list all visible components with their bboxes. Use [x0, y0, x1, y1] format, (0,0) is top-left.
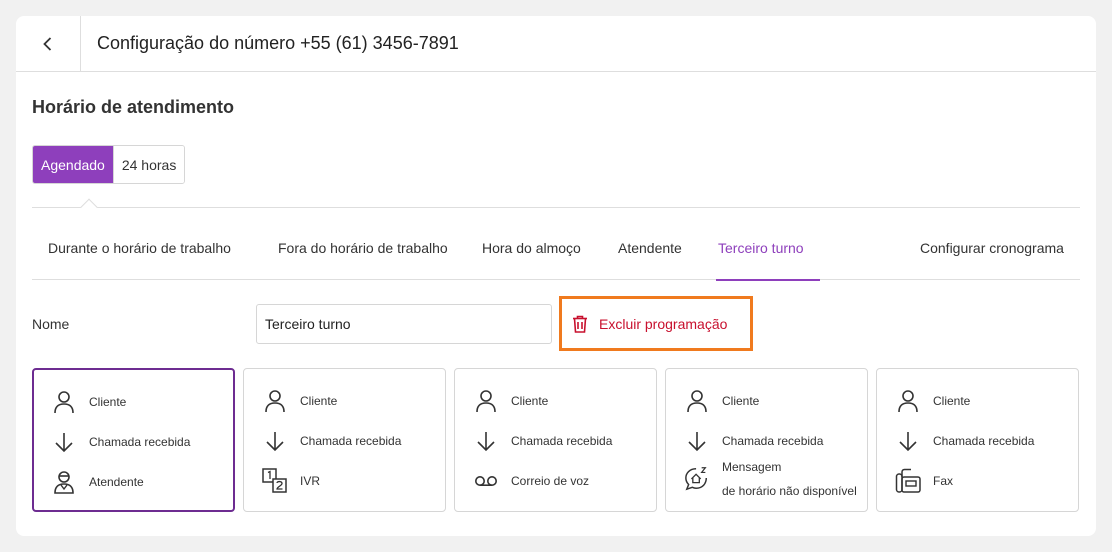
flow-option-fax[interactable]: Cliente Chamada recebida Fax: [876, 368, 1079, 512]
trash-icon: [573, 315, 587, 333]
tab-outside-hours[interactable]: Fora do horário de trabalho: [278, 208, 448, 280]
flow-step-incoming-call: Chamada recebida: [51, 429, 190, 455]
person-icon: [265, 390, 285, 413]
chevron-left-icon: [43, 36, 52, 51]
tab-configure-schedule[interactable]: Configurar cronograma: [920, 208, 1064, 280]
flow-step-customer: Cliente: [684, 388, 759, 414]
flow-step-destination: Fax: [895, 468, 953, 494]
flow-step-incoming-call: Chamada recebida: [895, 428, 1034, 454]
flow-step-incoming-call: Chamada recebida: [262, 428, 401, 454]
fax-icon: [895, 468, 921, 493]
flow-step-destination: Atendente: [51, 469, 144, 495]
flow-option-away-message[interactable]: Cliente Chamada recebida Mensagem de hor…: [665, 368, 868, 512]
person-icon: [898, 390, 918, 413]
mode-scheduled-button[interactable]: Agendado: [33, 146, 113, 183]
arrow-down-icon: [688, 432, 706, 452]
delete-schedule-label: Excluir programação: [599, 315, 728, 332]
tab-third-shift[interactable]: Terceiro turno: [716, 208, 820, 281]
page-title: Configuração do número +55 (61) 3456-789…: [97, 33, 459, 53]
flow-step-customer: Cliente: [895, 388, 970, 414]
name-input[interactable]: [256, 304, 552, 344]
away-message-line1: Mensagem: [722, 460, 782, 474]
flow-option-ivr[interactable]: Cliente Chamada recebida IVR: [243, 368, 446, 512]
back-button[interactable]: [16, 16, 81, 71]
settings-card: Configuração do número +55 (61) 3456-789…: [16, 16, 1096, 536]
arrow-down-icon: [899, 432, 917, 452]
schedule-mode-toggle: Agendado 24 horas: [32, 145, 186, 184]
mode-24h-button[interactable]: 24 horas: [112, 146, 185, 183]
away-message-icon: [685, 467, 708, 491]
flow-step-customer: Cliente: [51, 389, 126, 415]
flow-step-customer: Cliente: [473, 388, 548, 414]
agent-icon: [54, 471, 74, 494]
flow-option-attendant[interactable]: Cliente Chamada recebida Atendente: [32, 368, 235, 512]
name-label: Nome: [32, 316, 70, 332]
tab-lunch[interactable]: Hora do almoço: [482, 208, 581, 280]
flow-step-incoming-call: Chamada recebida: [684, 428, 823, 454]
tab-attendant[interactable]: Atendente: [618, 208, 682, 280]
arrow-down-icon: [266, 432, 284, 452]
ivr-icon: [262, 468, 287, 493]
top-bar: Configuração do número +55 (61) 3456-789…: [16, 16, 1096, 72]
flow-step-destination: Correio de voz: [473, 468, 589, 494]
away-message-line2: de horário não disponível: [722, 484, 857, 498]
arrow-down-icon: [477, 432, 495, 452]
section-title: Horário de atendimento: [32, 97, 235, 117]
person-icon: [476, 390, 496, 413]
delete-schedule-button[interactable]: Excluir programação: [559, 296, 753, 351]
person-icon: [687, 390, 707, 413]
tab-working-hours[interactable]: Durante o horário de trabalho: [48, 208, 231, 280]
flow-option-voicemail[interactable]: Cliente Chamada recebida Correio de voz: [454, 368, 657, 512]
flow-step-incoming-call: Chamada recebida: [473, 428, 612, 454]
voicemail-icon: [475, 476, 497, 486]
flow-step-customer: Cliente: [262, 388, 337, 414]
flow-step-destination: IVR: [262, 468, 320, 494]
person-icon: [54, 391, 74, 414]
arrow-down-icon: [55, 433, 73, 453]
schedule-tabs: Durante o horário de trabalho Fora do ho…: [32, 208, 1080, 281]
flow-step-destination: Mensagem de horário não disponível: [684, 457, 857, 503]
